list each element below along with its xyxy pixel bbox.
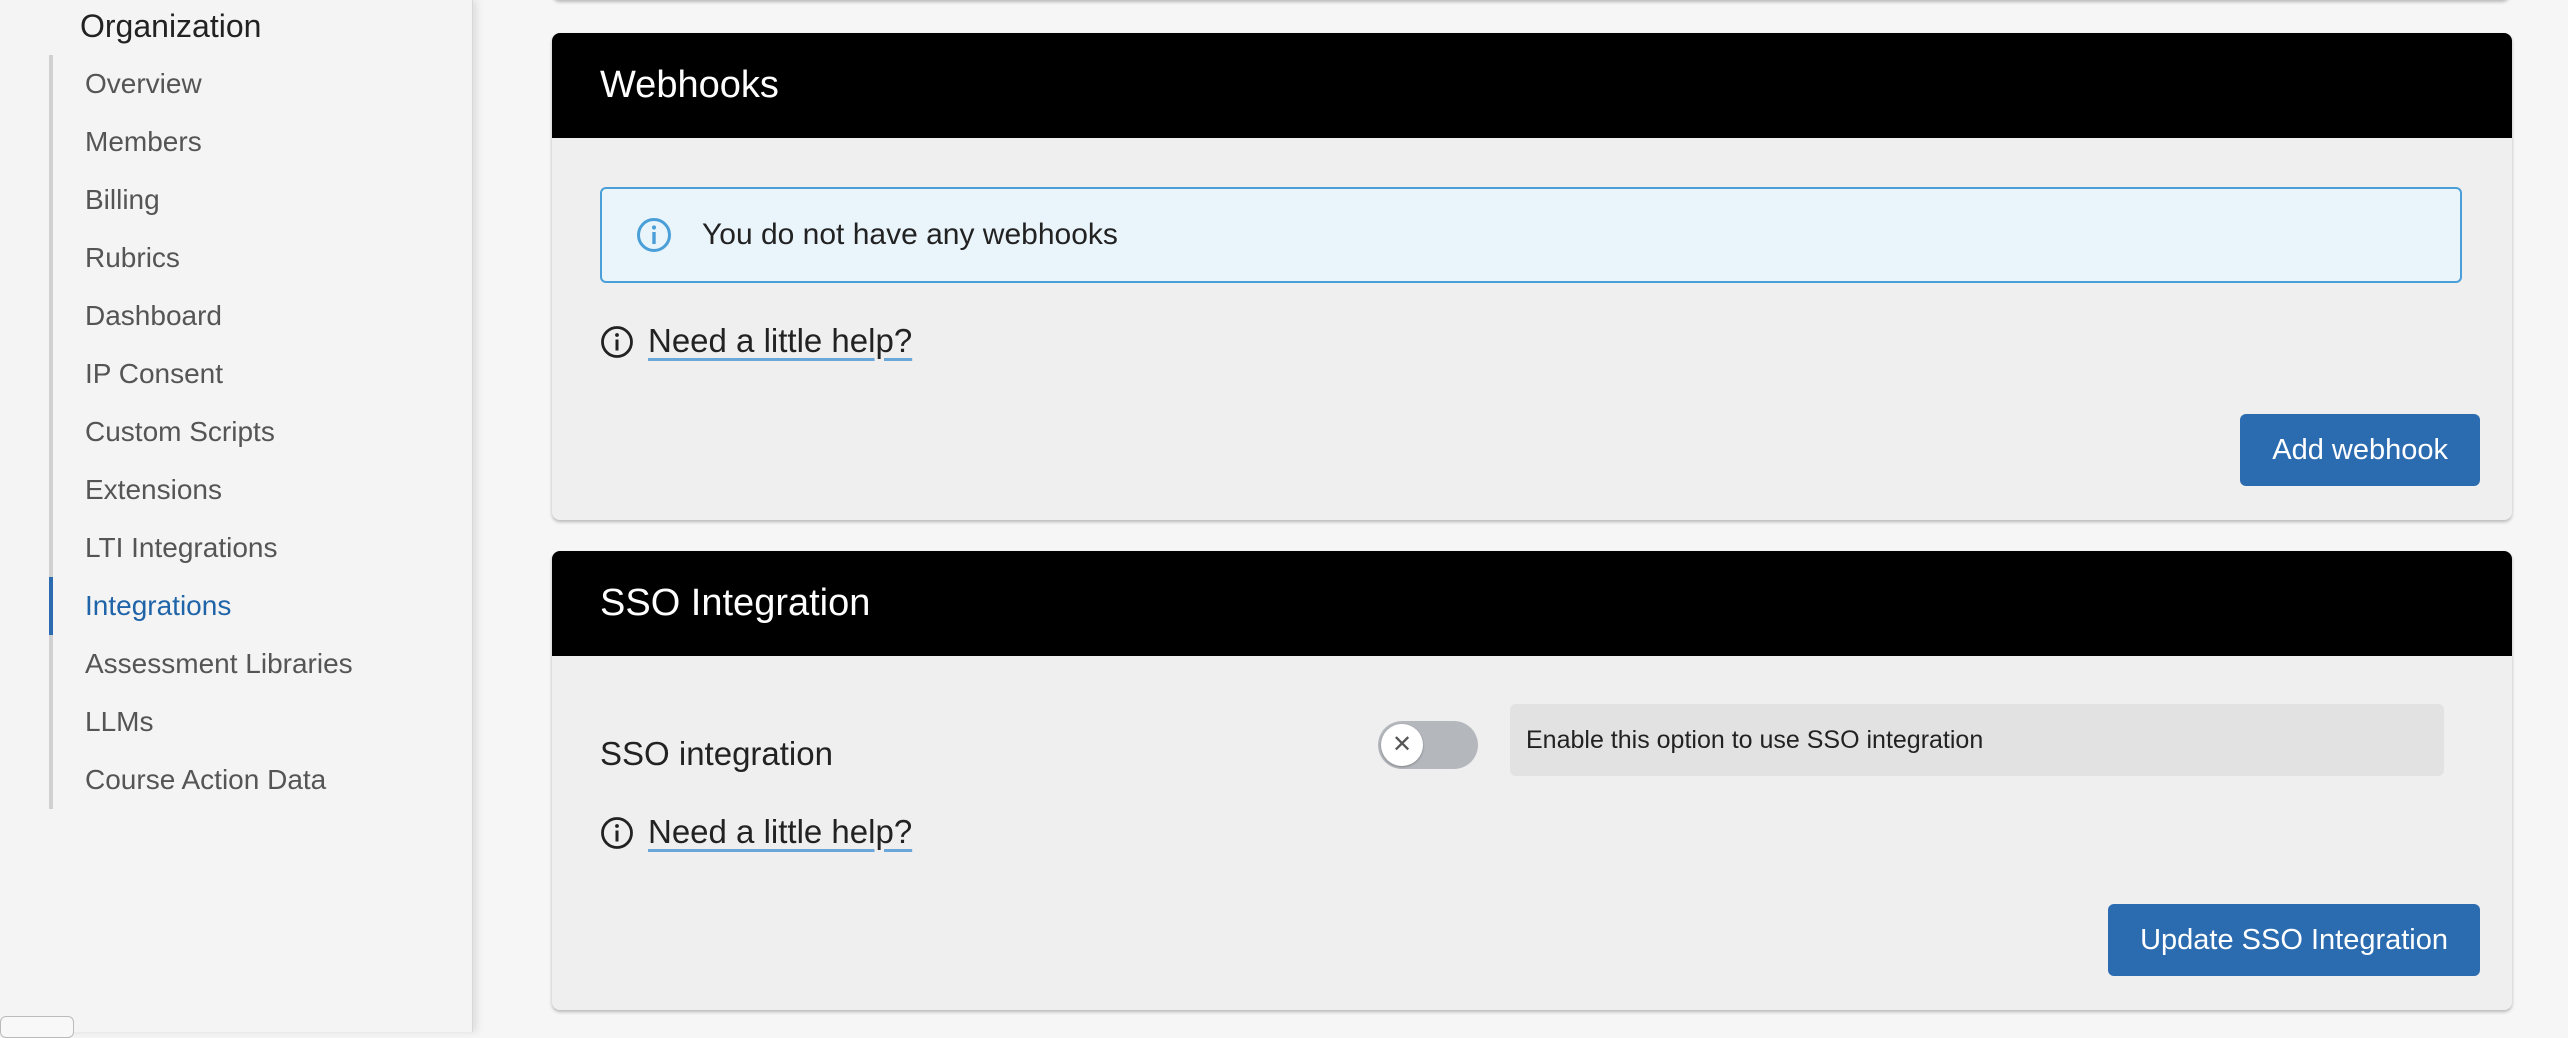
webhooks-card-title: Webhooks [552, 33, 2512, 138]
bottom-corner-tab[interactable] [0, 1016, 74, 1038]
sidebar-item-ip-consent[interactable]: IP Consent [53, 345, 453, 403]
sso-description: Enable this option to use SSO integratio… [1510, 704, 2444, 776]
sidebar-item-lti-integrations[interactable]: LTI Integrations [53, 519, 453, 577]
sidebar-item-extensions[interactable]: Extensions [53, 461, 453, 519]
sso-toggle[interactable]: ✕ [1378, 721, 1478, 769]
sidebar-title: Organization [80, 8, 262, 44]
sidebar-item-llms[interactable]: LLMs [53, 693, 453, 751]
sidebar-item-custom-scripts[interactable]: Custom Scripts [53, 403, 453, 461]
sso-field-label: SSO integration [600, 735, 833, 772]
webhooks-help-link[interactable]: Need a little help? [648, 321, 912, 361]
sidebar-nav: Overview Members Billing Rubrics Dashboa… [49, 55, 453, 809]
close-icon: ✕ [1391, 731, 1413, 758]
update-sso-button[interactable]: Update SSO Integration [2108, 904, 2480, 976]
sso-integration-card: SSO Integration SSO integration ✕ Enable… [552, 551, 2512, 1010]
webhooks-card: Webhooks You do not have any webhooks Ne… [552, 33, 2512, 520]
main-content: Webhooks You do not have any webhooks Ne… [473, 0, 2568, 1032]
add-webhook-button[interactable]: Add webhook [2240, 414, 2480, 486]
sidebar-item-course-action-data[interactable]: Course Action Data [53, 751, 453, 809]
webhooks-empty-message: You do not have any webhooks [702, 218, 1118, 251]
sidebar-item-billing[interactable]: Billing [53, 171, 453, 229]
info-circle-icon [637, 218, 671, 252]
sidebar-item-rubrics[interactable]: Rubrics [53, 229, 453, 287]
info-circle-outline-icon [601, 326, 633, 358]
webhooks-empty-alert: You do not have any webhooks [600, 187, 2462, 283]
info-circle-outline-icon [601, 817, 633, 849]
sidebar-item-assessment-libraries[interactable]: Assessment Libraries [53, 635, 453, 693]
sidebar-item-dashboard[interactable]: Dashboard [53, 287, 453, 345]
sidebar: Organization Overview Members Billing Ru… [0, 0, 473, 1038]
sidebar-item-overview[interactable]: Overview [53, 55, 453, 113]
sidebar-item-integrations[interactable]: Integrations [49, 577, 453, 635]
toggle-knob: ✕ [1381, 724, 1423, 766]
sidebar-item-members[interactable]: Members [53, 113, 453, 171]
sso-card-title: SSO Integration [552, 551, 2512, 656]
sso-help-link[interactable]: Need a little help? [648, 812, 912, 852]
